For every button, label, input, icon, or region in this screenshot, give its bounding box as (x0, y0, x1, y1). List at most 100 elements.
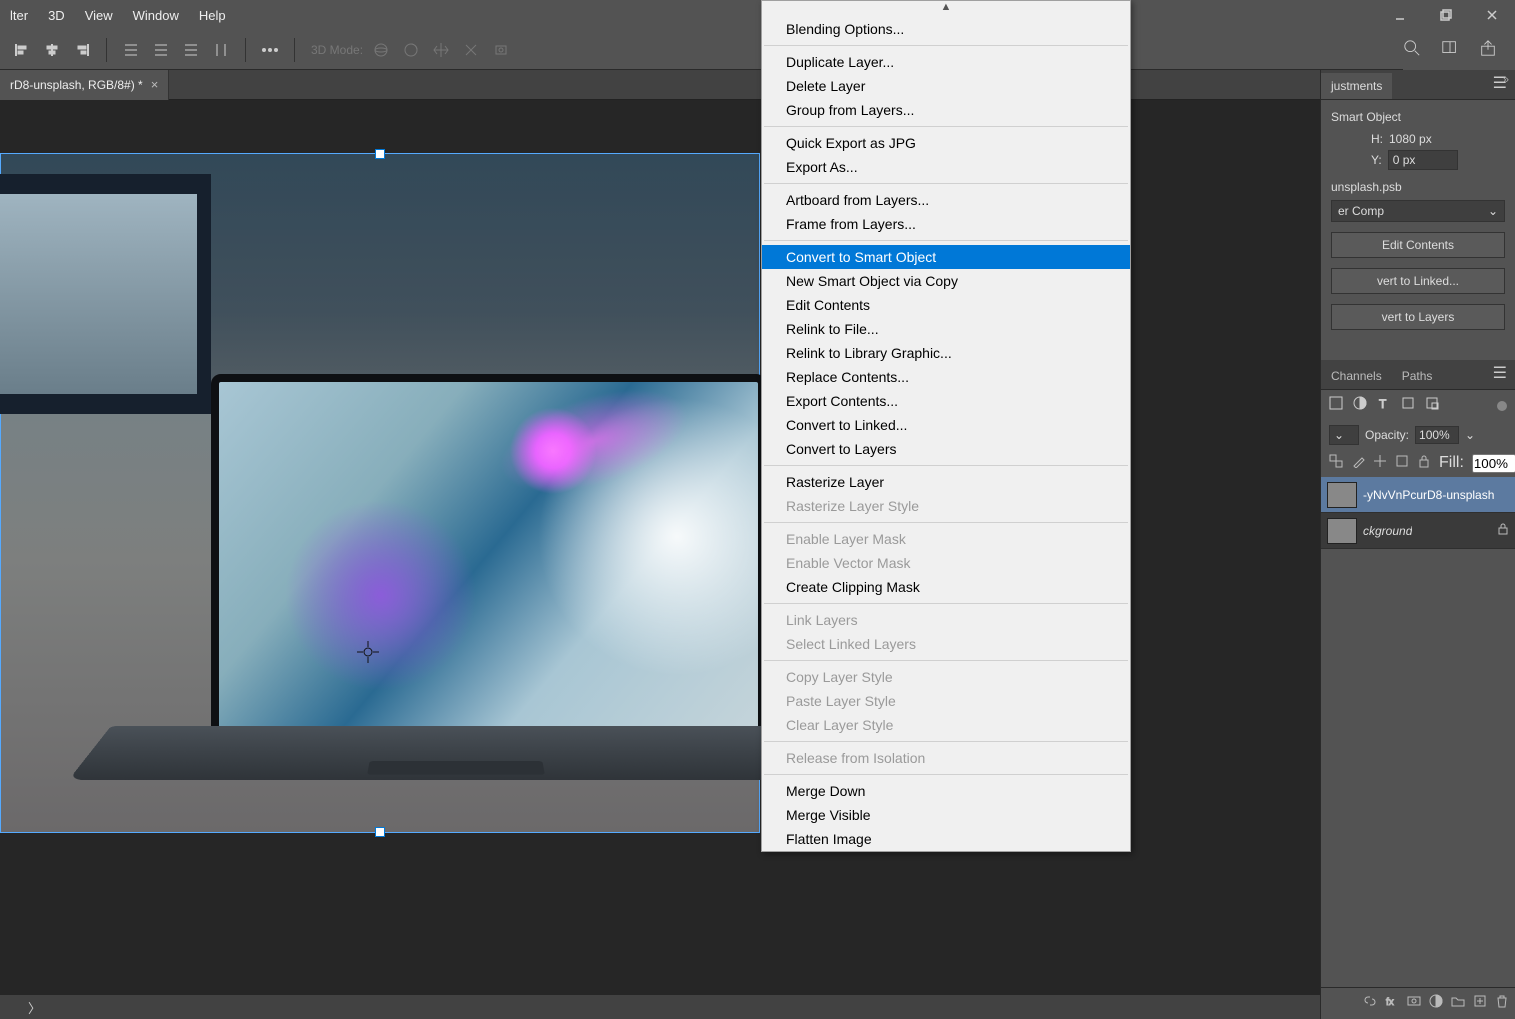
fill-input[interactable] (1472, 454, 1515, 473)
filter-adjustment-icon[interactable] (1353, 396, 1367, 415)
menu-view[interactable]: View (75, 8, 123, 23)
minimize-button[interactable] (1377, 0, 1423, 30)
distribute-center-v-icon[interactable] (149, 38, 173, 62)
context-menu-item[interactable]: Merge Visible (762, 803, 1130, 827)
y-input[interactable] (1388, 150, 1458, 170)
canvas-area[interactable]: 〉 (0, 100, 1515, 1019)
convert-to-layers-button[interactable]: vert to Layers (1331, 304, 1505, 330)
canvas-image[interactable] (0, 153, 760, 833)
properties-panel: Smart Object H: 1080 px Y: unsplash.psb … (1321, 100, 1515, 340)
height-label: H: (1371, 132, 1383, 146)
link-layers-icon[interactable] (1363, 994, 1377, 1013)
workspace-icon[interactable] (1441, 39, 1459, 62)
layer-name[interactable]: ckground (1363, 524, 1412, 538)
restore-button[interactable] (1423, 0, 1469, 30)
menu-window[interactable]: Window (123, 8, 189, 23)
opacity-input[interactable] (1415, 426, 1459, 444)
3d-roll-icon[interactable] (399, 38, 423, 62)
layer-thumbnail[interactable] (1327, 482, 1357, 508)
close-tab-icon[interactable]: × (151, 77, 159, 92)
panels-expand-icon[interactable]: » (1503, 74, 1509, 86)
align-left-icon[interactable] (10, 38, 34, 62)
context-menu-item[interactable]: Group from Layers... (762, 98, 1130, 122)
delete-layer-icon[interactable] (1495, 994, 1509, 1013)
filter-smartobject-icon[interactable] (1425, 396, 1439, 415)
context-menu-item[interactable]: Rasterize Layer (762, 470, 1130, 494)
layers-panel-menu-icon[interactable]: ☰ (1485, 357, 1515, 389)
filter-toggle-icon[interactable] (1497, 401, 1507, 411)
adjustments-panel-tabs: justments ☰ (1321, 70, 1515, 100)
context-menu-item[interactable]: Relink to File... (762, 317, 1130, 341)
convert-to-linked-button[interactable]: vert to Linked... (1331, 268, 1505, 294)
context-menu-item[interactable]: Flatten Image (762, 827, 1130, 851)
paths-tab[interactable]: Paths (1392, 363, 1443, 389)
opacity-label: Opacity: (1365, 428, 1409, 442)
context-menu-item[interactable]: Duplicate Layer... (762, 50, 1130, 74)
context-menu-item[interactable]: Quick Export as JPG (762, 131, 1130, 155)
context-menu-item: Select Linked Layers (762, 632, 1130, 656)
context-menu-item[interactable]: Edit Contents (762, 293, 1130, 317)
context-menu-item[interactable]: Export As... (762, 155, 1130, 179)
channels-tab[interactable]: Channels (1321, 363, 1392, 389)
context-menu-item[interactable]: New Smart Object via Copy (762, 269, 1130, 293)
adjustment-layer-icon[interactable] (1429, 994, 1443, 1013)
context-menu-item[interactable]: Create Clipping Mask (762, 575, 1130, 599)
context-menu-item[interactable]: Relink to Library Graphic... (762, 341, 1130, 365)
context-menu-item[interactable]: Delete Layer (762, 74, 1130, 98)
context-menu-item[interactable]: Export Contents... (762, 389, 1130, 413)
share-icon[interactable] (1479, 39, 1497, 62)
lock-pixels-icon[interactable] (1351, 454, 1365, 473)
layer-style-icon[interactable]: fx (1385, 994, 1399, 1013)
distribute-spacing-icon[interactable] (209, 38, 233, 62)
adjustments-tab[interactable]: justments (1321, 73, 1392, 99)
filter-shape-icon[interactable] (1401, 396, 1415, 415)
context-menu-item[interactable]: Replace Contents... (762, 365, 1130, 389)
transform-reference-point[interactable] (357, 641, 379, 663)
menu-help[interactable]: Help (189, 8, 236, 23)
context-menu-item[interactable]: Blending Options... (762, 17, 1130, 41)
context-menu-item[interactable]: Artboard from Layers... (762, 188, 1130, 212)
layer-name[interactable]: -yNvVnPcurD8-unsplash (1363, 488, 1494, 502)
layer-row[interactable]: -yNvVnPcurD8-unsplash (1321, 477, 1515, 513)
transform-handle-bottom[interactable] (375, 827, 385, 837)
edit-contents-button[interactable]: Edit Contents (1331, 232, 1505, 258)
align-right-icon[interactable] (70, 38, 94, 62)
layer-row[interactable]: ckground (1321, 513, 1515, 549)
document-tab[interactable]: rD8-unsplash, RGB/8#) * × (0, 70, 169, 100)
lock-all-icon[interactable] (1417, 454, 1431, 473)
context-menu-item[interactable]: Convert to Linked... (762, 413, 1130, 437)
panel-menu-icon[interactable]: ☰ (1485, 67, 1515, 99)
new-group-icon[interactable] (1451, 994, 1465, 1013)
context-menu-item[interactable]: Convert to Layers (762, 437, 1130, 461)
menu-3d[interactable]: 3D (38, 8, 75, 23)
lock-icon[interactable] (1497, 523, 1509, 538)
search-icon[interactable] (1403, 39, 1421, 62)
context-menu-item[interactable]: Merge Down (762, 779, 1130, 803)
context-menu-item[interactable]: Convert to Smart Object (762, 245, 1130, 269)
lock-artboard-icon[interactable] (1395, 454, 1409, 473)
context-menu-scroll-up-icon[interactable]: ▲ (762, 1, 1130, 17)
transform-handle-top[interactable] (375, 149, 385, 159)
3d-zoom-icon[interactable] (489, 38, 513, 62)
layer-comp-dropdown[interactable]: er Comp⌄ (1331, 200, 1505, 222)
more-options-icon[interactable] (258, 38, 282, 62)
filter-pixel-icon[interactable] (1329, 396, 1343, 415)
3d-slide-icon[interactable] (459, 38, 483, 62)
distribute-top-icon[interactable] (119, 38, 143, 62)
3d-pan-icon[interactable] (429, 38, 453, 62)
align-center-h-icon[interactable] (40, 38, 64, 62)
layer-thumbnail[interactable] (1327, 518, 1357, 544)
new-layer-icon[interactable] (1473, 994, 1487, 1013)
filter-type-icon[interactable]: T (1377, 396, 1391, 415)
context-menu-item[interactable]: Frame from Layers... (762, 212, 1130, 236)
close-button[interactable] (1469, 0, 1515, 30)
menu-filter[interactable]: lter (0, 8, 38, 23)
lock-transparency-icon[interactable] (1329, 454, 1343, 473)
context-menu-item: Enable Vector Mask (762, 551, 1130, 575)
lock-position-icon[interactable] (1373, 454, 1387, 473)
distribute-bottom-icon[interactable] (179, 38, 203, 62)
blend-mode-dropdown[interactable]: ⌄ (1329, 425, 1359, 445)
layer-mask-icon[interactable] (1407, 994, 1421, 1013)
3d-orbit-icon[interactable] (369, 38, 393, 62)
status-expand-icon[interactable]: 〉 (28, 998, 41, 1017)
